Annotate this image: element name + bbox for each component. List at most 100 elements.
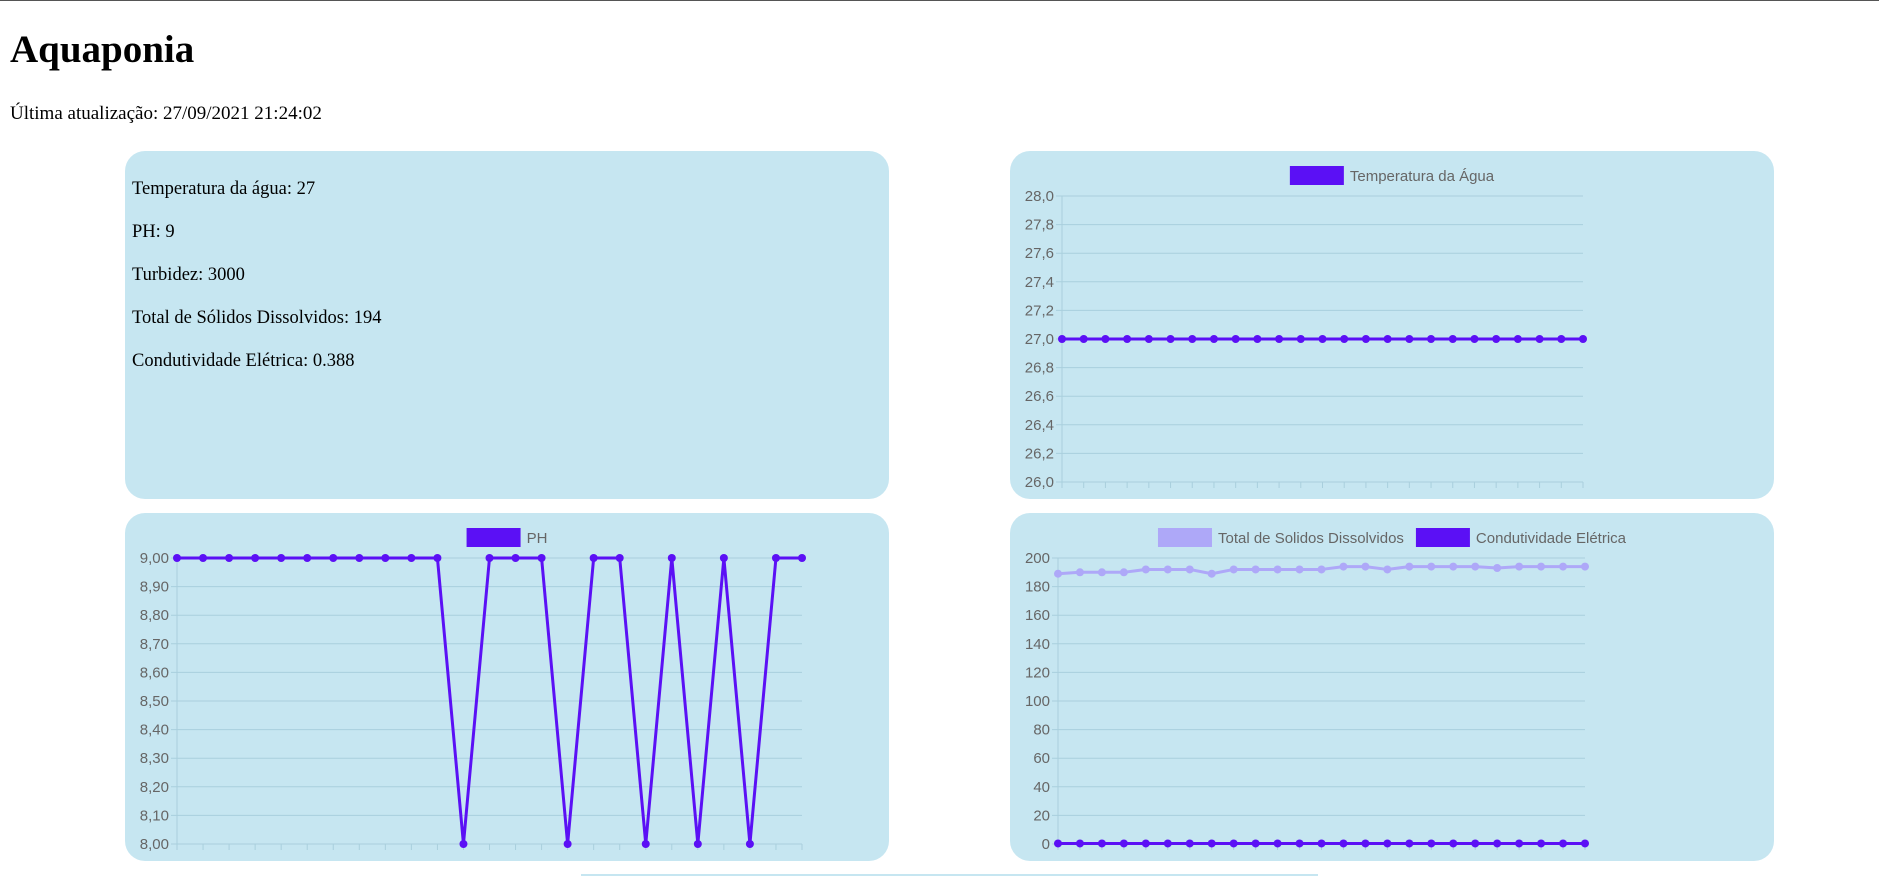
data-point [1493,839,1502,848]
data-point [1515,562,1524,571]
data-point [719,554,728,562]
data-point [381,554,390,562]
data-point [1209,335,1218,343]
data-point [1537,562,1546,571]
data-point [1295,565,1304,574]
data-point [173,554,181,562]
top-border [0,0,1879,1]
legend-swatch [1415,528,1470,547]
legend-label: Temperatura da Água [1350,168,1495,185]
data-point [1141,565,1150,574]
reading-turbidity-value: 3000 [207,265,245,285]
y-tick-label: 8,60 [140,664,169,681]
y-tick-label: 27,8 [1025,217,1054,234]
data-point [1449,839,1458,848]
legend-label: Total de Solidos Dissolvidos [1218,530,1404,547]
y-tick-label: 8,50 [140,693,169,710]
reading-ph-value: 9 [165,222,175,242]
data-point [1295,839,1304,848]
data-point [1383,335,1392,343]
ph-chart-panel: 9,00 8,90 8,80 8,70 8,60 8,50 8,40 8,30 8,20 8,10… [125,513,889,861]
data-point [1361,839,1370,848]
data-point [798,554,806,562]
page-title: Aquaponia [10,28,195,71]
data-point [1579,335,1587,343]
data-point [355,554,364,562]
data-point [1097,568,1106,577]
data-point [537,554,546,562]
data-point [667,554,676,562]
data-point [1231,335,1240,343]
data-point [1471,839,1480,848]
data-point [1405,839,1414,848]
data-point [1383,565,1392,574]
data-point [1075,568,1084,577]
reading-ph: PH: 9 [132,223,175,242]
reading-temperature-value: 27 [296,179,316,199]
y-tick-label: 100 [1025,693,1050,710]
y-tick-label: 8,40 [140,722,169,739]
temperature-chart: 28,0 27,8 27,6 27,4 27,2 27,0 26,8 26,6 26,4 26,2… [1025,166,1587,491]
data-point [1123,335,1132,343]
readings-panel: Temperatura da água: 27 PH: 9 Turbidez: … [125,151,889,499]
data-point [1405,335,1414,343]
data-point [745,840,754,848]
reading-temperature: Temperatura da água: 27 [132,180,315,199]
reading-tds-value: 194 [353,308,382,328]
data-point [1559,562,1568,571]
data-point [1405,562,1414,571]
data-point [1079,335,1088,343]
data-point [771,554,780,562]
y-tick-label: 40 [1033,779,1050,796]
data-point [1251,565,1260,574]
data-point [1229,839,1238,848]
reading-turbidity-label: Turbidez: [132,265,204,285]
data-point [615,554,624,562]
data-point [1448,335,1457,343]
reading-turbidity: Turbidez: 3000 [132,266,245,285]
data-point [1340,335,1349,343]
data-point [1513,335,1522,343]
data-point [1075,839,1084,848]
legend-label: PH [527,530,548,547]
data-point [1119,839,1128,848]
reading-conductivity-value: 0.388 [312,351,355,371]
solids-conductivity-chart: 200180160140120100806040200Total de Soli… [1025,528,1627,853]
y-tick-label: 26,0 [1025,474,1054,491]
y-tick-label: 20 [1033,807,1050,824]
data-point [1253,335,1262,343]
y-tick-label: 200 [1025,550,1050,567]
reading-tds: Total de Sólidos Dissolvidos: 194 [132,309,382,328]
y-tick-label: 28,0 [1025,188,1054,205]
data-point [1207,569,1216,578]
data-point [1581,839,1589,848]
y-tick-label: 26,4 [1025,417,1054,434]
legend-swatch [1289,166,1344,185]
reading-ph-label: PH: [132,222,161,242]
data-point [407,554,416,562]
data-point [1317,565,1326,574]
data-point [1361,335,1370,343]
data-point [1144,335,1153,343]
data-point [1229,565,1238,574]
data-point [1581,562,1589,571]
y-tick-label: 8,70 [140,636,169,653]
data-point [329,554,338,562]
reading-conductivity-label: Condutividade Elétrica: [132,351,309,371]
data-point [1273,565,1282,574]
data-point [1251,839,1260,848]
y-tick-label: 27,0 [1025,331,1054,348]
data-point [641,840,650,848]
y-tick-label: 60 [1033,750,1050,767]
data-point [1058,335,1066,343]
data-point [1166,335,1175,343]
data-point [199,554,208,562]
data-point [1097,839,1106,848]
data-point [1119,568,1128,577]
last-update-value: 27/09/2021 21:24:02 [162,103,322,124]
data-point [1318,335,1327,343]
reading-temperature-label: Temperatura da água: [132,179,292,199]
data-point [1535,335,1544,343]
data-point [1185,565,1194,574]
y-tick-label: 27,2 [1025,302,1054,319]
